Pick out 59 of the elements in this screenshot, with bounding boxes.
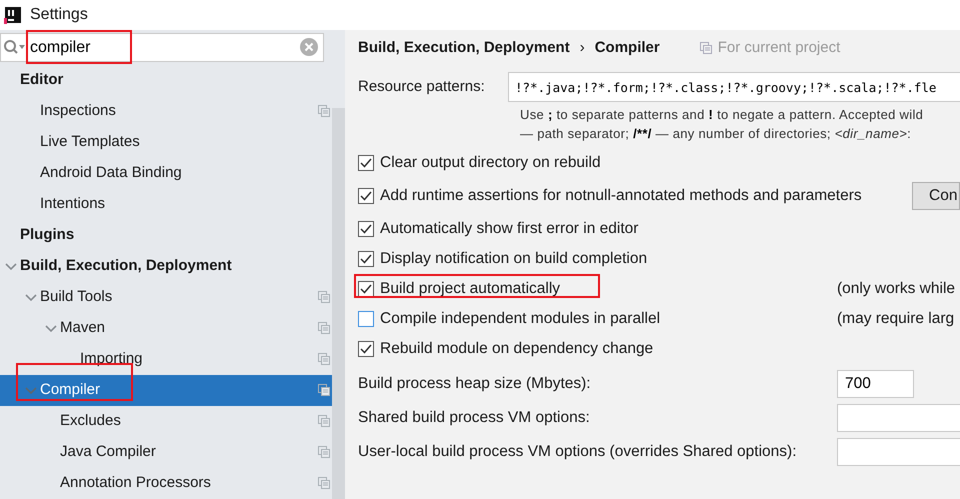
tree-item[interactable]: Compiler xyxy=(0,375,332,406)
checkbox[interactable] xyxy=(358,311,374,327)
tree-item[interactable]: Excludes xyxy=(0,406,332,437)
resource-patterns-field[interactable]: !?*.java;!?*.form;!?*.class;!?*.groovy;!?*.scala;!?*.fle xyxy=(508,72,960,102)
checkmark-icon xyxy=(360,191,372,201)
checkbox-label[interactable]: Rebuild module on dependency change xyxy=(380,337,654,361)
scope-label: For current project xyxy=(718,38,840,58)
checkbox[interactable] xyxy=(358,281,374,297)
field-label: User-local build process VM options (overrides Shared options): xyxy=(358,442,798,462)
tree-item[interactable]: Annotation Processors xyxy=(0,468,332,499)
window-title: Settings xyxy=(30,5,88,25)
chevron-down-icon[interactable] xyxy=(25,294,37,302)
note-text: (may require larg xyxy=(837,309,954,330)
checkmark-icon xyxy=(360,224,372,234)
checkmark-icon xyxy=(360,254,372,264)
hint-text: Use ; to separate patterns and ! to negate a pattern. Accepted wild xyxy=(520,106,924,124)
checkmark-icon xyxy=(360,344,372,354)
input-field[interactable]: 700 xyxy=(837,370,914,398)
tree-item[interactable]: Android Data Binding xyxy=(0,158,332,189)
chevron-down-icon[interactable] xyxy=(5,262,17,270)
tree-item[interactable]: Plugins xyxy=(0,220,332,251)
breadcrumb-item: Compiler xyxy=(594,38,660,58)
copy-icon xyxy=(700,42,712,54)
checkbox[interactable] xyxy=(358,155,374,171)
checkbox[interactable] xyxy=(358,251,374,267)
hint-text: — path separator; /**/ — any number of directories; <dir_name>: xyxy=(520,125,912,143)
checkmark-icon xyxy=(360,284,372,294)
checkbox-label[interactable]: Display notification on build completion xyxy=(380,247,648,271)
note-text: (only works while xyxy=(837,279,956,300)
clear-icon[interactable] xyxy=(300,38,318,56)
tree-item[interactable]: Build, Execution, Deployment xyxy=(0,251,332,282)
tree-item[interactable]: Intentions xyxy=(0,189,332,220)
search-field[interactable]: compiler xyxy=(0,33,324,62)
checkbox[interactable] xyxy=(358,341,374,357)
tree-item[interactable]: Live Templates xyxy=(0,127,332,158)
scrollbar[interactable] xyxy=(332,108,345,499)
checkmark-icon xyxy=(360,158,372,168)
field-label: Shared build process VM options: xyxy=(358,408,591,428)
checkbox-label[interactable]: Add runtime assertions for notnull-annotated methods and parameters xyxy=(380,184,862,208)
breadcrumb-separator: › xyxy=(580,38,585,58)
breadcrumb-item: Build, Execution, Deployment xyxy=(358,38,570,58)
tree-item[interactable]: Maven xyxy=(0,313,332,344)
checkbox-label[interactable]: Automatically show first error in editor xyxy=(380,217,638,241)
field-label: Resource patterns: xyxy=(358,76,486,97)
checkbox-label[interactable]: Build project automatically xyxy=(380,277,560,301)
field-label: Build process heap size (Mbytes): xyxy=(358,374,592,394)
checkbox[interactable] xyxy=(358,221,374,237)
tree-item[interactable]: Build Tools xyxy=(0,282,332,313)
configure-button[interactable]: Con xyxy=(912,182,960,210)
search-icon xyxy=(3,39,27,55)
chevron-down-icon[interactable] xyxy=(45,324,57,332)
tree-item[interactable]: Importing xyxy=(0,344,332,375)
checkbox[interactable] xyxy=(358,188,374,204)
checkbox-label[interactable]: Compile independent modules in parallel xyxy=(380,307,660,331)
checkbox-label[interactable]: Clear output directory on rebuild xyxy=(380,151,601,175)
tree-item[interactable]: Inspections xyxy=(0,96,332,127)
tree-item[interactable]: Editor xyxy=(0,65,332,96)
app-logo-icon xyxy=(4,6,22,24)
tree-item[interactable]: Java Compiler xyxy=(0,437,332,468)
